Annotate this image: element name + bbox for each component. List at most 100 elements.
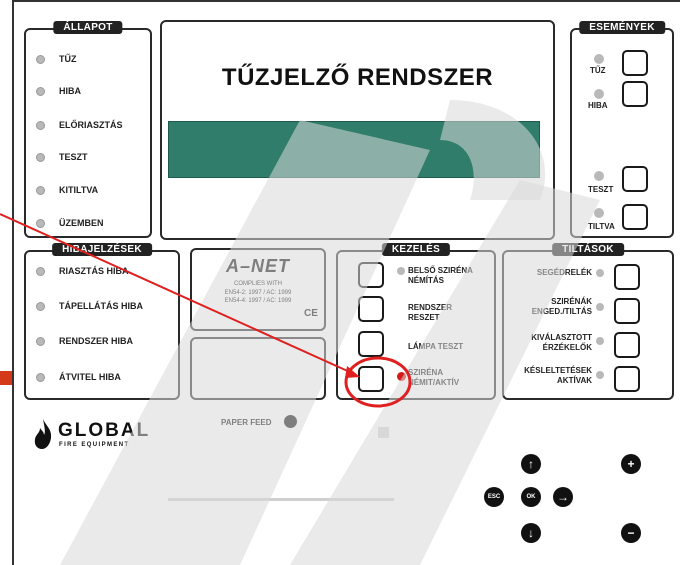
- fault-header: HIBAJELZÉSEK: [52, 243, 152, 256]
- cropped-label-fragment: [0, 371, 12, 385]
- paper-feed-button[interactable]: [284, 415, 297, 428]
- lamp-test-button[interactable]: [358, 331, 384, 357]
- arrow-right-icon: →: [557, 490, 569, 504]
- plus-icon: +: [627, 457, 635, 471]
- status-label: TŰZ: [59, 54, 77, 64]
- sounders-enable-label: SZIRÉNÁK ENGED./TILTÁS: [531, 297, 592, 316]
- flame-icon: [34, 419, 52, 449]
- internal-siren-silence-button[interactable]: [358, 262, 384, 288]
- plus-button[interactable]: +: [621, 454, 641, 474]
- event-label-test: TESZT: [588, 185, 614, 194]
- fault-led: [36, 372, 45, 382]
- down-button[interactable]: ↓: [521, 523, 541, 543]
- status-item-disabled: KITILTVA: [36, 185, 98, 195]
- status-item-fire: TŰZ: [36, 54, 77, 64]
- fault-item: RENDSZER HIBA: [36, 336, 133, 346]
- status-label: HIBA: [59, 86, 81, 96]
- arrow-down-icon: ↓: [528, 526, 534, 540]
- event-label-disabled: TILTVA: [588, 222, 615, 231]
- brand-tagline: FIRE EQUIPMENT: [59, 442, 130, 448]
- events-section: ESEMÉNYEK TŰZ HIBA TESZT TILTVA: [570, 21, 674, 238]
- disablements-section: TILTÁSOK SEGÉDRELÉK SZIRÉNÁK ENGED./TILT…: [502, 243, 674, 400]
- up-button[interactable]: ↑: [521, 454, 541, 474]
- event-led-disabled: [594, 208, 604, 218]
- compliance-line: COMPLIES WITH: [233, 281, 282, 287]
- anet-logo: A–NET: [225, 256, 290, 276]
- status-led: [36, 120, 45, 130]
- sounders-enable-button[interactable]: [614, 298, 640, 324]
- aux-relays-led: [596, 269, 604, 277]
- status-led: [36, 86, 45, 96]
- system-reset-label: RENDSZER RESZET: [408, 303, 453, 322]
- page-title: TŰZJELZŐ RENDSZER: [221, 64, 494, 91]
- delays-active-label: KÉSLELTETÉSEK AKTÍVAK: [524, 366, 592, 385]
- status-item-operating: ÜZEMBEN: [36, 218, 104, 228]
- fault-led: [36, 336, 45, 346]
- esc-button[interactable]: ESC: [484, 487, 504, 507]
- status-led: [36, 152, 45, 162]
- compliance-standard: EN54-4: 1997 / AC: 1999: [224, 298, 292, 304]
- system-reset-button[interactable]: [358, 296, 384, 322]
- event-label-fault: HIBA: [588, 101, 608, 110]
- internal-siren-led: [397, 267, 405, 275]
- events-header: ESEMÉNYEK: [579, 21, 665, 34]
- arrow-up-icon: ↑: [528, 457, 534, 471]
- fault-label: RENDSZER HIBA: [59, 336, 134, 346]
- esc-label: ESC: [487, 494, 501, 500]
- ok-button[interactable]: OK: [521, 487, 541, 507]
- lamp-test-label: LÁMPA TESZT: [408, 342, 464, 351]
- siren-silence-activate-button[interactable]: [358, 366, 384, 392]
- ok-label: OK: [526, 494, 536, 500]
- status-led: [36, 218, 45, 228]
- internal-siren-label: BELSŐ SZIRÉNA NÉMÍTÁS: [408, 266, 473, 285]
- brand-name: GLOBAL: [58, 420, 151, 441]
- fault-item: RIASZTÁS HIBA: [36, 266, 129, 276]
- event-led-fire: [594, 54, 604, 64]
- siren-active-led: [397, 372, 406, 381]
- minus-icon: −: [627, 526, 635, 540]
- right-button[interactable]: →: [553, 487, 573, 507]
- compliance-standard: EN54-2: 1997 / AC: 1999: [224, 290, 292, 296]
- fault-led: [36, 266, 45, 276]
- global-logo: GLOBAL FIRE EQUIPMENT: [32, 418, 172, 458]
- status-label: TESZT: [59, 152, 88, 162]
- printer-paper-slot: [168, 498, 394, 501]
- status-led: [36, 54, 45, 64]
- display-panel: TŰZJELZŐ RENDSZER: [160, 20, 555, 240]
- fault-item: TÁPELLÁTÁS HIBA: [36, 301, 143, 311]
- selected-detectors-label: KIVÁLASZTOTT ÉRZÉKELŐK: [531, 333, 592, 352]
- aux-relays-button[interactable]: [614, 264, 640, 290]
- status-item-test: TESZT: [36, 152, 88, 162]
- sounders-enable-led: [596, 303, 604, 311]
- event-button-fault[interactable]: [622, 81, 648, 107]
- selected-detectors-button[interactable]: [614, 332, 640, 358]
- minus-button[interactable]: −: [621, 523, 641, 543]
- disablements-header: TILTÁSOK: [552, 243, 624, 256]
- blank-indicator-box: [190, 337, 326, 400]
- aux-relays-label: SEGÉDRELÉK: [536, 268, 592, 277]
- event-button-fire[interactable]: [622, 50, 648, 76]
- siren-silence-label: SZIRÉNA NÉMIT/AKTÍV: [408, 368, 460, 387]
- selected-detectors-led: [596, 337, 604, 345]
- status-label: ÜZEMBEN: [59, 218, 104, 228]
- fault-section: HIBAJELZÉSEK RIASZTÁS HIBA TÁPELLÁTÁS HI…: [24, 243, 180, 400]
- event-button-test[interactable]: [622, 166, 648, 192]
- status-section: ÁLLAPOT TŰZ HIBA ELŐRIASZTÁS TESZT KITIL…: [24, 21, 152, 238]
- fault-label: ÁTVITEL HIBA: [59, 372, 121, 382]
- delays-active-led: [596, 371, 604, 379]
- controls-section: KEZELÉS BELSŐ SZIRÉNA NÉMÍTÁS RENDSZER R…: [336, 243, 496, 400]
- status-led: [36, 185, 45, 195]
- lcd-display: [168, 121, 540, 178]
- event-button-disabled[interactable]: [622, 204, 648, 230]
- event-led-fault: [594, 89, 604, 99]
- anet-certification-box: A–NET COMPLIES WITH EN54-2: 1997 / AC: 1…: [190, 248, 326, 331]
- status-item-prealarm: ELŐRIASZTÁS: [36, 120, 123, 130]
- delays-active-button[interactable]: [614, 366, 640, 392]
- fault-led: [36, 301, 45, 311]
- status-label: KITILTVA: [59, 185, 99, 195]
- fault-label: RIASZTÁS HIBA: [59, 266, 129, 276]
- event-led-test: [594, 171, 604, 181]
- paper-feed-label: PAPER FEED: [221, 418, 272, 427]
- ce-mark: CE: [304, 308, 318, 319]
- status-header: ÁLLAPOT: [53, 21, 123, 34]
